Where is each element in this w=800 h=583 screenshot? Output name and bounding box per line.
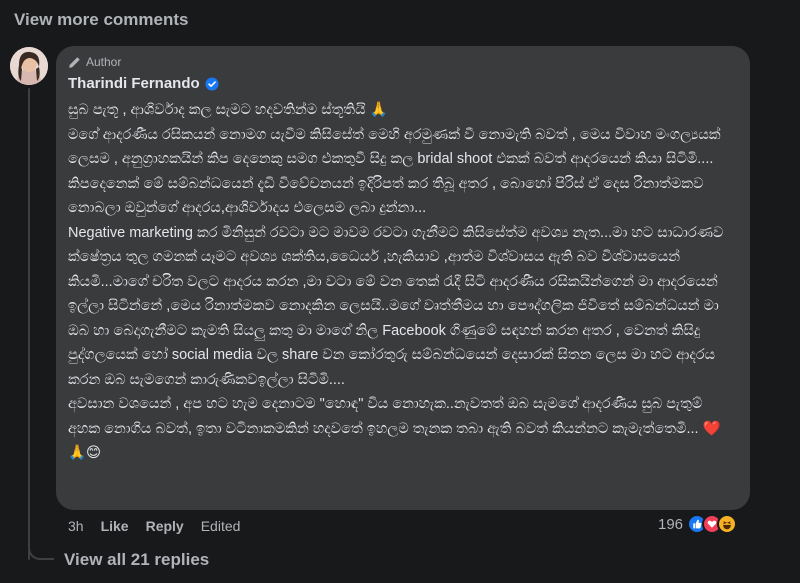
comment-timestamp[interactable]: 3h xyxy=(68,518,84,534)
comment-paragraph: Negative marketing කර මිනිසුන් රවටා මට ම… xyxy=(68,224,724,388)
author-name[interactable]: Tharindi Fernando xyxy=(68,75,200,92)
like-button[interactable]: Like xyxy=(101,518,129,534)
haha-icon xyxy=(717,514,738,534)
comment-paragraph: මගේ ආදරණීය රසිකයන් නොමග යැවීම කිසිසේත් ම… xyxy=(68,126,721,168)
avatar[interactable] xyxy=(10,47,48,85)
reaction-icons xyxy=(687,514,738,534)
reaction-count[interactable]: 196 xyxy=(658,516,683,533)
thread-line xyxy=(28,88,30,560)
view-more-comments-link[interactable]: View more comments xyxy=(14,10,188,30)
comment-bubble: Author Tharindi Fernando සුබ පැතූ , ආශිර… xyxy=(56,46,750,510)
view-all-replies-link[interactable]: View all 21 replies xyxy=(64,550,209,570)
comment-text: සුබ පැතූ , ආශිර්වාද කල සැමට හදවතින්ම ස්ත… xyxy=(68,98,738,466)
author-badge-label: Author xyxy=(86,55,122,69)
comment-actions: 3h Like Reply Edited xyxy=(68,518,240,534)
reactions-summary[interactable]: 196 xyxy=(658,514,738,534)
profile-photo xyxy=(10,47,48,85)
author-badge: Author xyxy=(68,54,738,70)
edited-label[interactable]: Edited xyxy=(201,518,241,534)
comment-paragraph: අවසාන වශයෙන් , අප හට හැම දෙනාටම "හොඳ" වි… xyxy=(68,396,721,461)
pencil-icon xyxy=(69,56,80,68)
comment-paragraph: කිපදෙනෙක් මේ සම්බන්ධයෙන් දැඩි විවේචනයන් … xyxy=(68,175,704,217)
thread-line-connector xyxy=(28,546,54,560)
comment-paragraph: සුබ පැතූ , ආශිර්වාද කල සැමට හදවතින්ම ස්ත… xyxy=(68,102,388,118)
reply-button[interactable]: Reply xyxy=(146,518,184,534)
verified-badge-icon xyxy=(205,76,219,91)
